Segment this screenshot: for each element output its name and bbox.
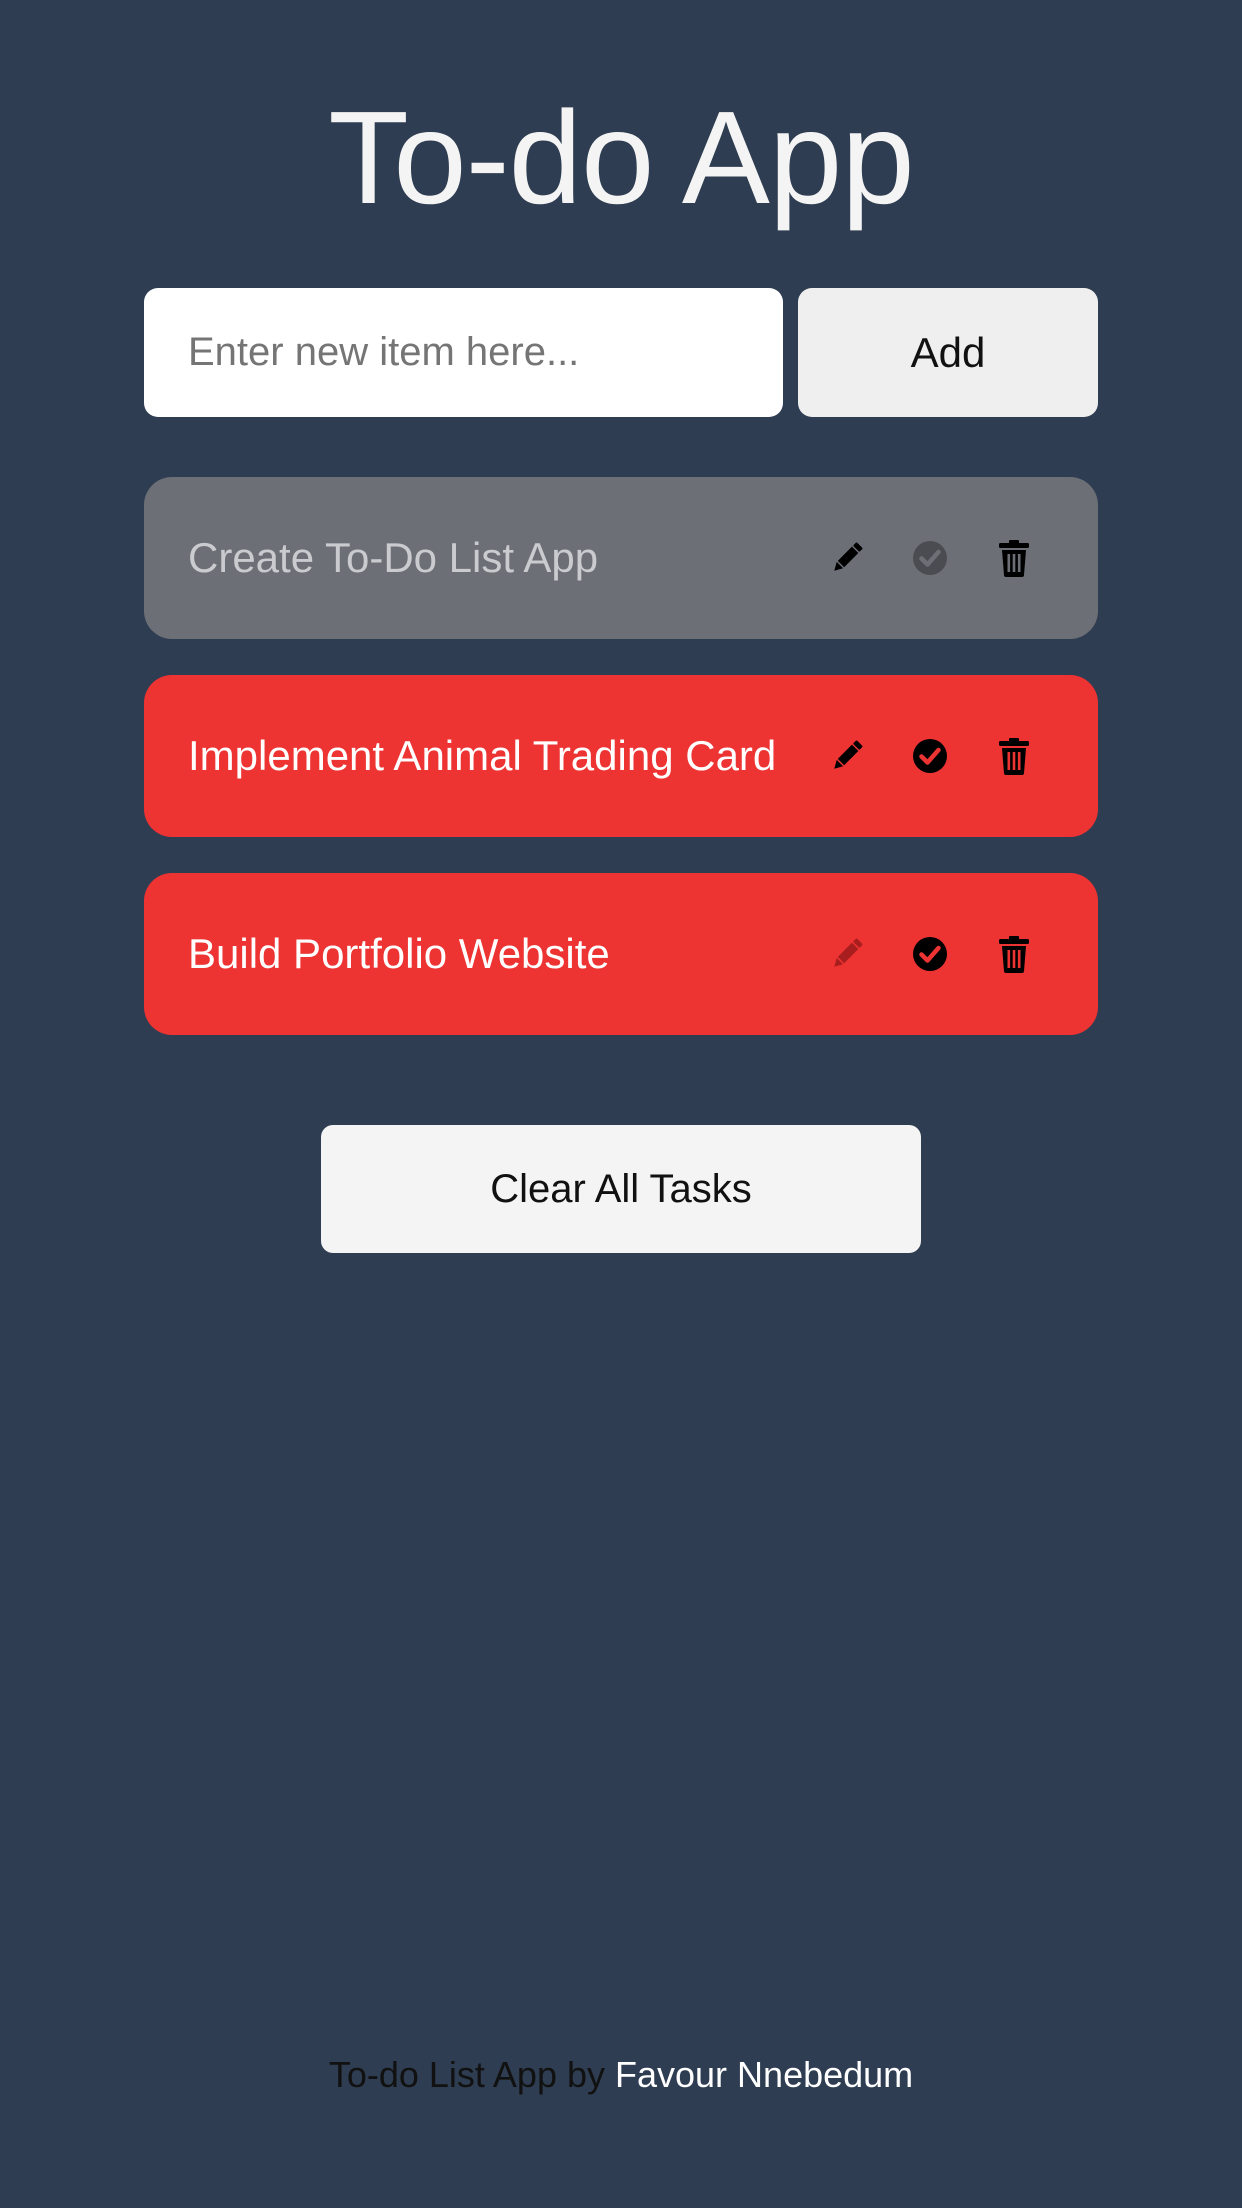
footer: To-do List App by Favour Nnebedum (0, 2054, 1242, 2096)
check-circle-icon (913, 937, 947, 971)
pencil-icon (834, 542, 863, 571)
task-item: Implement Animal Trading Card (144, 675, 1098, 837)
add-button[interactable]: Add (798, 288, 1098, 417)
complete-task-button[interactable] (906, 534, 954, 582)
complete-task-button[interactable] (906, 732, 954, 780)
edit-task-button[interactable] (823, 732, 871, 780)
task-label: Build Portfolio Website (188, 930, 610, 977)
page-title: To-do App (328, 84, 914, 231)
trash-icon (999, 540, 1029, 577)
new-item-input[interactable] (144, 288, 783, 417)
trash-icon (999, 738, 1029, 775)
clear-all-button[interactable]: Clear All Tasks (321, 1125, 921, 1253)
task-item: Build Portfolio Website (144, 873, 1098, 1035)
pencil-icon (834, 740, 863, 769)
trash-icon (999, 936, 1029, 973)
task-label: Implement Animal Trading Card (188, 732, 777, 779)
check-circle-icon (913, 541, 947, 575)
delete-task-button[interactable] (990, 930, 1038, 978)
task-label: Create To-Do List App (188, 534, 599, 581)
task-item: Create To-Do List App (144, 477, 1098, 639)
check-circle-icon (913, 739, 947, 773)
pencil-icon (834, 938, 863, 967)
complete-task-button[interactable] (906, 930, 954, 978)
delete-task-button[interactable] (990, 732, 1038, 780)
author-link[interactable]: Favour Nnebedum (615, 2054, 913, 2095)
delete-task-button[interactable] (990, 534, 1038, 582)
edit-task-button[interactable] (823, 534, 871, 582)
footer-text: To-do List App by (328, 2054, 615, 2095)
edit-task-button[interactable] (823, 930, 871, 978)
